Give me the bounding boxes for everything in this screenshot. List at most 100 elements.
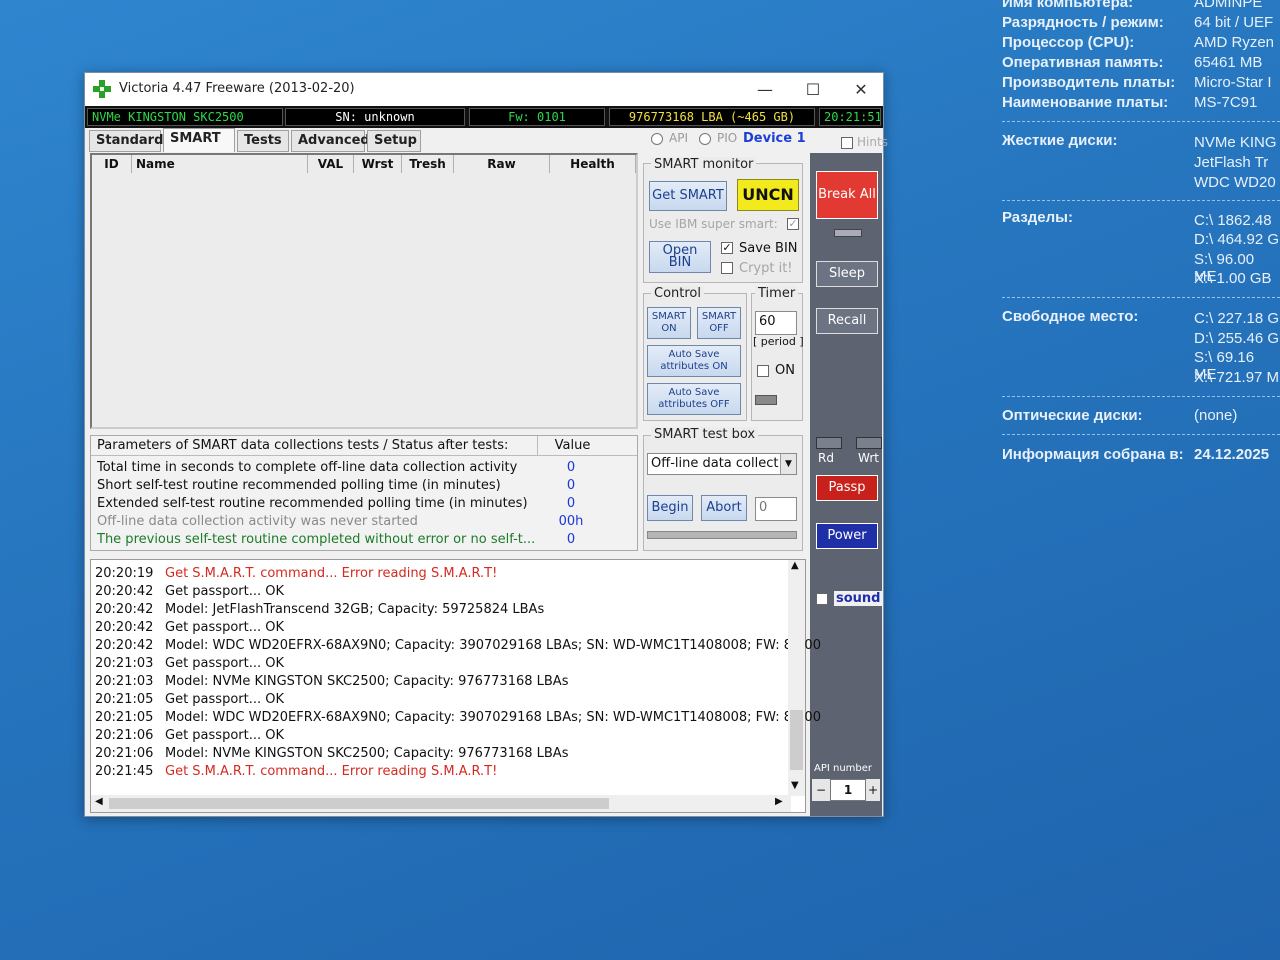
timer-on-checkbox[interactable]: [757, 365, 769, 377]
tab-standard[interactable]: Standard: [89, 130, 163, 152]
event-log[interactable]: 20:20:19 Get S.M.A.R.T. command... Error …: [90, 559, 821, 813]
scroll-down-icon[interactable]: ▼: [791, 780, 799, 791]
params-header: Parameters of SMART data collections tes…: [91, 436, 637, 456]
maximize-button[interactable]: ☐: [793, 77, 833, 103]
ibm-super-smart-checkbox[interactable]: ✓: [787, 218, 799, 230]
tab-smart[interactable]: SMART: [163, 128, 235, 152]
close-button[interactable]: ✕: [841, 77, 881, 103]
crypt-label: Crypt it!: [739, 261, 793, 276]
timer-period-label: [ period ]: [753, 335, 804, 348]
info-value: 65461 MB: [1194, 54, 1263, 71]
smart-off-button[interactable]: SMART OFF: [697, 307, 741, 339]
hints-checkbox[interactable]: [841, 137, 853, 149]
log-horizontal-scrollbar[interactable]: ◀ ▶: [91, 795, 791, 812]
smart-on-button[interactable]: SMART ON: [647, 307, 691, 339]
info-label: Производитель платы:: [1002, 74, 1176, 91]
info-value: X:\ 1.00 GB: [1194, 270, 1272, 287]
separator: [1002, 434, 1280, 435]
log-time: 20:21:06: [95, 728, 154, 743]
col-wrst[interactable]: Wrst: [354, 155, 402, 173]
log-time: 20:21:45: [95, 764, 154, 779]
power-button[interactable]: Power: [816, 523, 878, 549]
tab-advanced[interactable]: Advanced: [291, 130, 370, 152]
smart-monitor-label: SMART monitor: [651, 157, 757, 172]
api-number-field[interactable]: 1: [830, 779, 866, 801]
scroll-up-icon[interactable]: ▲: [791, 560, 799, 571]
victoria-window: Victoria 4.47 Freeware (2013-02-20) — ☐ …: [84, 72, 888, 817]
device-label[interactable]: Device 1: [743, 131, 806, 146]
drive-info-bar: NVMe KINGSTON SKC2500 SN: unknown Fw: 01…: [85, 106, 883, 128]
separator: [1002, 297, 1280, 298]
abort-button[interactable]: Abort: [701, 495, 747, 521]
test-counter[interactable]: 0: [755, 497, 797, 521]
tab-setup[interactable]: Setup: [367, 130, 421, 152]
info-value: (none): [1194, 407, 1238, 424]
title-bar[interactable]: Victoria 4.47 Freeware (2013-02-20) — ☐ …: [85, 73, 883, 106]
rd-label: Rd: [818, 451, 834, 465]
scroll-thumb[interactable]: [109, 798, 609, 809]
smart-attributes-table[interactable]: ID Name VAL Wrst Tresh Raw Health: [90, 153, 638, 429]
begin-button[interactable]: Begin: [647, 495, 693, 521]
col-tresh[interactable]: Tresh: [402, 155, 454, 173]
sleep-button[interactable]: Sleep: [816, 261, 878, 287]
wrt-label: Wrt: [858, 451, 879, 465]
api-label: API: [669, 131, 688, 145]
param-row: The previous self-test routine completed…: [97, 532, 536, 547]
info-value: ADMINPE: [1194, 0, 1263, 11]
get-smart-button[interactable]: Get SMART: [649, 181, 727, 211]
log-line: 20:21:03 Model: NVMe KINGSTON SKC2500; Ca…: [95, 674, 568, 689]
info-value: X:\ 721.97 M: [1194, 369, 1280, 386]
minimize-button[interactable]: —: [745, 77, 785, 103]
log-vertical-scrollbar[interactable]: ▲ ▼: [788, 560, 805, 796]
test-type-select[interactable]: Off-line data collect ▼: [647, 453, 797, 475]
log-time: 20:20:19: [95, 566, 154, 581]
info-value: C:\ 227.18 G: [1194, 310, 1280, 327]
col-raw[interactable]: Raw: [454, 155, 550, 173]
param-row: Off-line data collection activity was ne…: [97, 514, 418, 529]
hints-label: Hints: [857, 135, 888, 149]
api-number-minus-button[interactable]: −: [812, 779, 830, 801]
api-radio[interactable]: [651, 133, 663, 145]
firmware: Fw: 0101: [469, 108, 605, 126]
col-id[interactable]: ID: [92, 155, 132, 173]
table-header: ID Name VAL Wrst Tresh Raw Health: [92, 155, 636, 173]
timer-period-input[interactable]: 60: [755, 311, 797, 335]
recall-button[interactable]: Recall: [816, 308, 878, 334]
log-line: 20:21:06 Model: NVMe KINGSTON SKC2500; Ca…: [95, 746, 568, 761]
open-bin-button[interactable]: Open BIN: [649, 241, 711, 273]
info-label: Имя компьютера:: [1002, 0, 1134, 11]
col-val[interactable]: VAL: [308, 155, 354, 173]
sound-label: sound: [834, 591, 883, 606]
timer-label: Timer: [755, 286, 799, 301]
param-value: 0: [566, 532, 576, 547]
api-number-plus-button[interactable]: +: [866, 779, 880, 801]
sound-checkbox[interactable]: [816, 593, 828, 605]
col-health[interactable]: Health: [550, 155, 636, 173]
info-value: D:\ 464.92 G: [1194, 231, 1280, 248]
pio-label: PIO: [717, 131, 738, 145]
log-message: Model: NVMe KINGSTON SKC2500; Capacity: …: [165, 674, 569, 689]
col-name[interactable]: Name: [132, 155, 308, 173]
passp-button[interactable]: Passp: [816, 475, 878, 501]
pio-radio[interactable]: [699, 133, 711, 145]
tab-tests[interactable]: Tests: [237, 130, 289, 152]
log-time: 20:20:42: [95, 602, 154, 617]
log-line: 20:20:19 Get S.M.A.R.T. command... Error …: [95, 566, 497, 581]
scroll-right-icon[interactable]: ▶: [775, 796, 783, 807]
autosave-on-button[interactable]: Auto Save attributes ON: [647, 345, 741, 377]
break-all-button[interactable]: Break All: [816, 171, 878, 219]
param-row: Extended self-test routine recommended p…: [97, 496, 528, 511]
save-bin-checkbox[interactable]: ✓: [721, 242, 733, 254]
info-label: Наименование платы:: [1002, 94, 1169, 111]
crypt-checkbox[interactable]: [721, 262, 733, 274]
autosave-off-button[interactable]: Auto Save attributes OFF: [647, 383, 741, 415]
chevron-down-icon[interactable]: ▼: [780, 454, 796, 474]
control-label: Control: [651, 286, 704, 301]
log-message: Get passport... OK: [165, 620, 284, 635]
log-time: 20:20:42: [95, 638, 154, 653]
scroll-thumb[interactable]: [790, 710, 803, 770]
rd-indicator: [816, 437, 842, 449]
info-value: 64 bit / UEF: [1194, 14, 1274, 31]
info-label: Процессор (CPU):: [1002, 34, 1135, 51]
scroll-left-icon[interactable]: ◀: [95, 796, 103, 807]
